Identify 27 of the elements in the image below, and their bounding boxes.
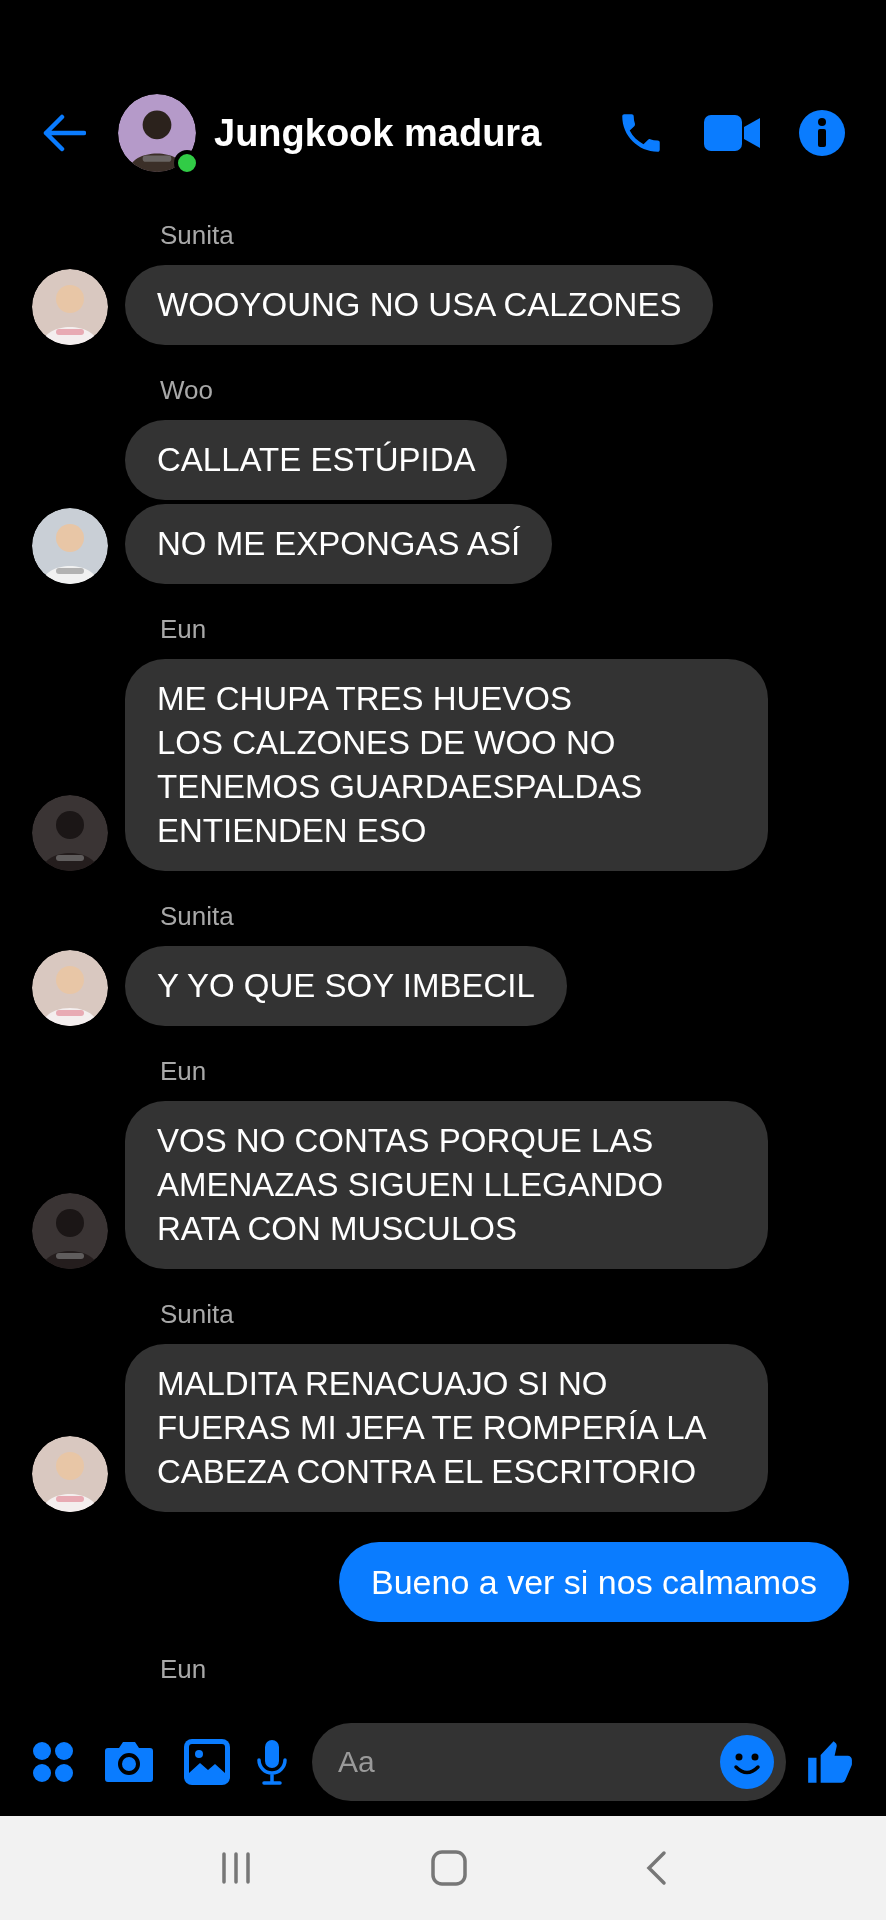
message-bubble: ME CHUPA TRES HUEVOS LOS CALZONES DE WOO NO TENEMOS GUARDAESPALDAS ENTIENDEN ESO [125, 659, 768, 871]
sender-name: Eun [160, 1653, 208, 1686]
home-icon[interactable] [431, 1850, 467, 1886]
microphone-icon[interactable] [256, 1739, 288, 1785]
recent-apps-icon[interactable] [219, 1851, 253, 1885]
image-icon[interactable] [184, 1739, 230, 1785]
message-bubble: VOS NO CONTAS PORQUE LAS AMENAZAS SIGUEN LLEGANDO RATA CON MUSCULOS [125, 1101, 768, 1269]
sender-name: Eun [160, 613, 208, 646]
contact-name[interactable]: Jungkook madura [214, 104, 542, 162]
video-camera-icon[interactable] [704, 113, 760, 153]
smiley-icon[interactable] [720, 1735, 774, 1789]
message-bubble: Y YO QUE SOY IMBECIL [125, 946, 567, 1026]
message-bubble: Bueno a ver si nos calmamos [339, 1542, 849, 1622]
sender-name: Sunita [160, 1298, 235, 1331]
message-bubble: CALLATE ESTÚPIDA [125, 420, 508, 500]
message-bubble: MALDITA RENACUAJO SI NO FUERAS MI JEFA TE ROMPERÍA LA CABEZA CONTRA EL ESCRITORIO [125, 1344, 768, 1512]
sender-name: Eun [160, 1055, 208, 1088]
message-bubble: WOOYOUNG NO USA CALZONES [125, 265, 714, 345]
sender-name: Sunita [160, 219, 235, 252]
sender-name: Woo [160, 374, 214, 407]
message-bubble: NO ME EXPONGAS ASÍ [125, 504, 553, 584]
camera-icon[interactable] [104, 1740, 154, 1784]
sender-name: Sunita [160, 900, 235, 933]
apps-icon[interactable] [32, 1741, 74, 1783]
back-icon[interactable] [645, 1850, 667, 1886]
message-input[interactable]: Aa [312, 1723, 786, 1801]
info-icon[interactable] [798, 109, 846, 157]
